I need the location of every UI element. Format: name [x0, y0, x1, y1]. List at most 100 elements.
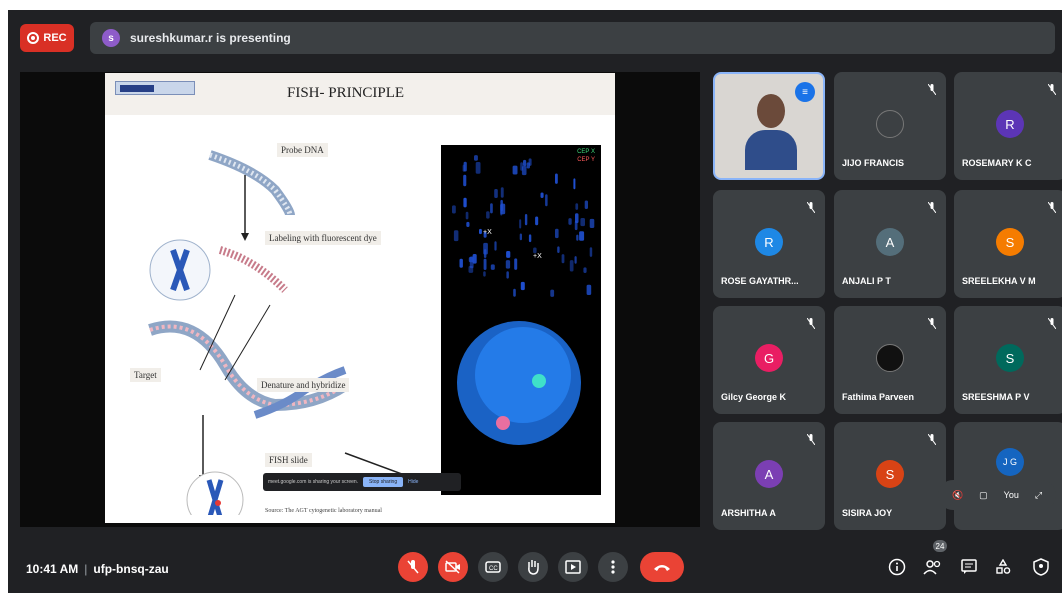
people-icon [923, 560, 941, 575]
more-vert-icon [611, 560, 615, 574]
captions-button[interactable]: CC [478, 552, 508, 582]
shield-icon [1033, 558, 1049, 576]
mic-off-icon[interactable]: 🔇 [952, 490, 963, 501]
recording-badge[interactable]: REC [20, 24, 74, 52]
camera-off-icon[interactable]: ▢ [979, 490, 988, 501]
clock-time: 10:41 AM [26, 562, 79, 576]
participant-name: ROSEMARY K C [962, 158, 1032, 168]
participant-tile[interactable]: J G [954, 422, 1062, 530]
stop-sharing-button[interactable]: Stop sharing [363, 477, 404, 487]
mic-off-icon [806, 200, 816, 214]
slide-logo [115, 81, 195, 95]
labeled-probe-graphic [218, 246, 288, 293]
captions-icon: CC [485, 561, 501, 573]
fish-micrograph: CEP X CEP Y +X +X [441, 145, 601, 495]
probe-dna-graphic [208, 150, 295, 216]
share-text: meet.google.com is sharing your screen. [268, 479, 359, 485]
participant-tile[interactable]: S SREESHMA P V [954, 306, 1062, 414]
end-call-icon [654, 565, 670, 571]
slide-header: FISH- PRINCIPLE [105, 73, 615, 115]
participant-name: SREESHMA P V [962, 392, 1030, 402]
present-icon [565, 560, 581, 574]
presentation-slide: FISH- PRINCIPLE Probe DNA Labeling with … [105, 73, 615, 523]
mic-off-icon [407, 560, 419, 574]
mic-off-icon [1047, 316, 1057, 330]
mic-off-icon [927, 82, 937, 96]
meet-window: REC s sureshkumar.r is presenting FISH- … [8, 10, 1062, 593]
participant-name: Fathima Parveen [842, 392, 915, 402]
mark-x-2: +X [533, 253, 542, 260]
participant-tile[interactable]: G Gilcy George K [713, 306, 825, 414]
mic-off-icon [927, 316, 937, 330]
arrow-head [241, 233, 249, 241]
present-button[interactable] [558, 552, 588, 582]
mic-off-icon [806, 316, 816, 330]
participant-avatar: S [996, 228, 1024, 256]
end-call-button[interactable] [640, 552, 684, 582]
participant-name: Gilcy George K [721, 392, 787, 402]
participant-tile[interactable]: S SREELEKHA V M [954, 190, 1062, 298]
participant-avatar: A [755, 460, 783, 488]
screen-share-bar: meet.google.com is sharing your screen. … [263, 473, 461, 491]
participant-tile[interactable]: Fathima Parveen [834, 306, 946, 414]
participant-name: JIJO FRANCIS [842, 158, 905, 168]
meeting-code: ufp-bnsq-zau [93, 562, 169, 576]
info-icon [888, 558, 906, 576]
svg-text:CC: CC [489, 566, 498, 572]
host-controls-button[interactable] [1028, 554, 1054, 580]
participant-avatar: A [876, 228, 904, 256]
participant-name: ROSE GAYATHR... [721, 276, 799, 286]
participant-avatar: R [996, 110, 1024, 138]
participant-tile[interactable]: R ROSEMARY K C [954, 72, 1062, 180]
participant-name: ANJALI P T [842, 276, 891, 286]
record-icon [27, 32, 40, 44]
legend-cep-x: CEP X [577, 149, 595, 155]
speaking-icon: ≡ [795, 82, 815, 102]
raise-hand-icon [528, 560, 539, 575]
slide-source: Source: The AGT cytogenetic laboratory m… [265, 508, 382, 514]
meeting-details-button[interactable] [884, 554, 910, 580]
mic-off-icon [1047, 82, 1057, 96]
label-target: Target [130, 368, 161, 382]
expand-icon[interactable]: ⤢ [1035, 490, 1042, 501]
participant-photo [876, 110, 904, 138]
participant-name: SREELEKHA V M [962, 276, 1036, 286]
participant-name: SISIRA JOY [842, 508, 893, 518]
camera-toggle-button[interactable] [438, 552, 468, 582]
meeting-info: 10:41 AM | ufp-bnsq-zau [26, 562, 169, 576]
participant-tile[interactable]: S SISIRA JOY [834, 422, 946, 530]
participant-tile[interactable]: JIJO FRANCIS [834, 72, 946, 180]
more-options-button[interactable] [598, 552, 628, 582]
activities-button[interactable] [990, 554, 1016, 580]
participant-photo [876, 344, 904, 372]
self-view-controls: 🔇 ▢ You ⤢ [938, 480, 1056, 510]
mic-off-icon [1047, 200, 1057, 214]
you-label: You [1003, 490, 1019, 500]
hide-button[interactable]: Hide [408, 479, 418, 485]
presenting-text: sureshkumar.r is presenting [130, 31, 291, 45]
participant-tile[interactable]: ≡ [713, 72, 825, 180]
people-count-badge: 24 [933, 540, 947, 552]
participant-tile[interactable]: A ANJALI P T [834, 190, 946, 298]
participant-avatar: S [876, 460, 904, 488]
participant-tile[interactable]: R ROSE GAYATHR... [713, 190, 825, 298]
people-button[interactable] [920, 554, 946, 580]
participant-avatar: J G [996, 448, 1024, 476]
label-labeling: Labeling with fluorescent dye [265, 231, 381, 245]
participant-video [745, 94, 797, 170]
presenting-banner[interactable]: s sureshkumar.r is presenting [90, 22, 1055, 54]
presenter-avatar: s [102, 29, 120, 47]
label-probe-dna: Probe DNA [277, 143, 328, 157]
top-bar: REC s sureshkumar.r is presenting [8, 10, 1062, 62]
mic-toggle-button[interactable] [398, 552, 428, 582]
mark-x-1: +X [483, 229, 492, 236]
participant-avatar: R [755, 228, 783, 256]
camera-off-icon [445, 560, 460, 574]
participant-tile[interactable]: A ARSHITHA A [713, 422, 825, 530]
chat-button[interactable] [956, 554, 982, 580]
raise-hand-button[interactable] [518, 552, 548, 582]
legend-cep-y: CEP Y [577, 157, 595, 163]
mic-off-icon [927, 200, 937, 214]
label-denature: Denature and hybridize [257, 378, 350, 392]
participant-name: ARSHITHA A [721, 508, 776, 518]
